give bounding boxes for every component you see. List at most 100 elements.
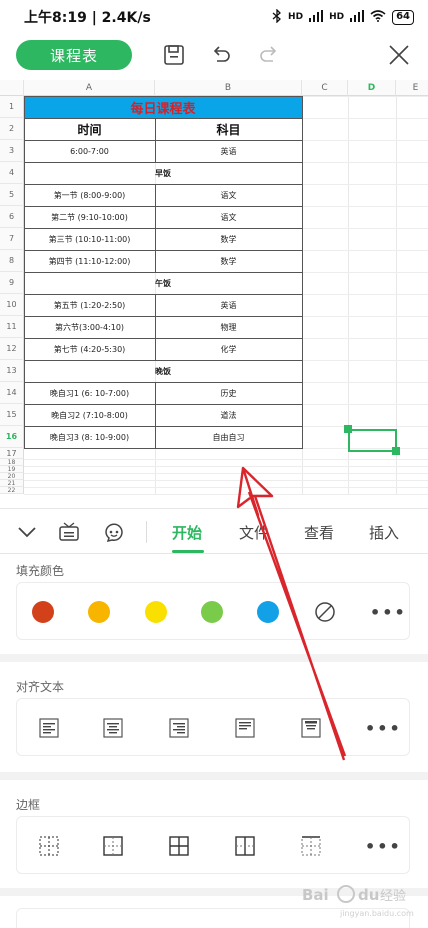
close-icon[interactable] xyxy=(386,42,412,68)
table-row-border xyxy=(24,316,302,317)
row-header[interactable]: 15 xyxy=(0,404,24,426)
color-swatch-yellow[interactable] xyxy=(145,601,167,623)
document-title-button[interactable]: 课程表 xyxy=(16,40,132,70)
redo-icon[interactable] xyxy=(256,42,282,68)
table-column-border xyxy=(155,250,156,272)
spreadsheet-grid[interactable]: A B C D E 1 2 3 4 5 6 7 8 9 10 11 12 13 14 15 16 17 18 19 2… xyxy=(0,80,428,508)
row-header[interactable]: 6 xyxy=(0,206,24,228)
undo-icon[interactable] xyxy=(208,42,234,68)
keyboard-icon[interactable] xyxy=(58,521,80,543)
bluetooth-icon xyxy=(272,7,282,26)
row-header[interactable]: 10 xyxy=(0,294,24,316)
border-outer-icon[interactable] xyxy=(102,835,124,857)
column-header-a[interactable]: A xyxy=(24,80,155,96)
corner-header[interactable] xyxy=(0,80,24,96)
tab-file[interactable]: 文件 xyxy=(239,522,269,543)
wifi-icon xyxy=(370,9,386,25)
grid-line xyxy=(24,487,428,488)
align-text-card: ••• xyxy=(16,698,410,756)
align-right-icon[interactable] xyxy=(168,717,190,739)
tab-view[interactable]: 查看 xyxy=(304,522,334,543)
border-card: ••• xyxy=(16,816,410,874)
table-row-border xyxy=(24,272,302,273)
table-row-border xyxy=(24,294,302,295)
selected-cell-d16[interactable] xyxy=(348,429,397,452)
table-row-border xyxy=(24,228,302,229)
row-header[interactable]: 11 xyxy=(0,316,24,338)
svg-text:经验: 经验 xyxy=(380,888,406,904)
fill-more-button[interactable]: ••• xyxy=(370,603,407,622)
table-column-border xyxy=(155,316,156,338)
border-section: 边框 ••• xyxy=(0,780,428,888)
row-header[interactable]: 17 xyxy=(0,448,24,459)
selection-handle-bottom-right[interactable] xyxy=(392,447,400,455)
signal-icon-2 xyxy=(350,9,365,25)
table-column-border xyxy=(155,338,156,360)
align-top-icon[interactable] xyxy=(234,717,256,739)
row-header[interactable]: 5 xyxy=(0,184,24,206)
table-row-border xyxy=(24,118,302,119)
border-all-icon[interactable] xyxy=(168,835,190,857)
status-bar: 上午8:19 | 2.4K/s HD HD 64 xyxy=(0,0,428,34)
row-header[interactable]: 1 xyxy=(0,96,24,118)
row-header[interactable]: 13 xyxy=(0,360,24,382)
row-header[interactable]: 3 xyxy=(0,140,24,162)
row-header[interactable]: 16 xyxy=(0,426,24,448)
selection-handle-top-left[interactable] xyxy=(344,425,352,433)
border-vertical-icon[interactable] xyxy=(234,835,256,857)
align-middle-icon[interactable] xyxy=(300,717,322,739)
ribbon-tab-bar: 开始 文件 查看 插入 xyxy=(0,508,428,554)
color-swatch-orange[interactable] xyxy=(88,601,110,623)
row-header[interactable]: 2 xyxy=(0,118,24,140)
column-header-b[interactable]: B xyxy=(155,80,302,96)
table-column-border xyxy=(155,382,156,404)
table-column-border xyxy=(155,404,156,426)
grid-line xyxy=(24,494,428,495)
column-header-c[interactable]: C xyxy=(302,80,348,96)
table-row-border xyxy=(24,184,302,185)
color-swatch-red[interactable] xyxy=(32,601,54,623)
fill-color-section: 填充颜色 ••• xyxy=(0,554,428,654)
table-column-border xyxy=(155,426,156,448)
network-label-1: HD xyxy=(288,12,304,22)
align-center-icon[interactable] xyxy=(102,717,124,739)
tab-insert[interactable]: 插入 xyxy=(369,522,399,543)
active-tab-indicator xyxy=(172,550,204,553)
row-header[interactable]: 8 xyxy=(0,250,24,272)
row-header[interactable]: 14 xyxy=(0,382,24,404)
row-header[interactable]: 7 xyxy=(0,228,24,250)
color-swatch-green[interactable] xyxy=(201,601,223,623)
assistant-icon[interactable] xyxy=(103,521,125,543)
align-text-title: 对齐文本 xyxy=(16,680,65,694)
align-left-icon[interactable] xyxy=(38,717,60,739)
save-icon[interactable] xyxy=(161,42,187,68)
row-header[interactable]: 12 xyxy=(0,338,24,360)
table-row-border xyxy=(24,250,302,251)
table-column-border xyxy=(155,118,156,140)
svg-text:jingyan.baidu.com: jingyan.baidu.com xyxy=(339,909,414,918)
table-column-border xyxy=(155,206,156,228)
status-icons: HD HD 64 xyxy=(272,7,414,26)
tab-separator xyxy=(146,521,147,543)
border-more-button[interactable]: ••• xyxy=(365,837,402,856)
no-fill-icon[interactable] xyxy=(314,601,336,623)
align-more-button[interactable]: ••• xyxy=(365,719,402,738)
border-inner-dotted-icon[interactable] xyxy=(38,835,60,857)
app-screen: 上午8:19 | 2.4K/s HD HD 64 课程表 A B C D E 1… xyxy=(0,0,428,928)
color-swatch-blue[interactable] xyxy=(257,601,279,623)
table-column-border xyxy=(155,228,156,250)
collapse-chevron-icon[interactable] xyxy=(16,521,38,543)
border-top-icon[interactable] xyxy=(300,835,322,857)
fill-color-title: 填充颜色 xyxy=(16,564,65,578)
table-row-border xyxy=(24,426,302,427)
table-row-border xyxy=(24,338,302,339)
tab-start[interactable]: 开始 xyxy=(172,522,202,543)
column-header-e[interactable]: E xyxy=(396,80,428,96)
editor-toolbar: 课程表 xyxy=(0,34,428,80)
row-header[interactable]: 9 xyxy=(0,272,24,294)
row-header[interactable]: 22 xyxy=(0,487,24,494)
table-column-border xyxy=(155,184,156,206)
column-header-d[interactable]: D xyxy=(348,80,396,96)
table-row-border xyxy=(24,206,302,207)
row-header[interactable]: 4 xyxy=(0,162,24,184)
